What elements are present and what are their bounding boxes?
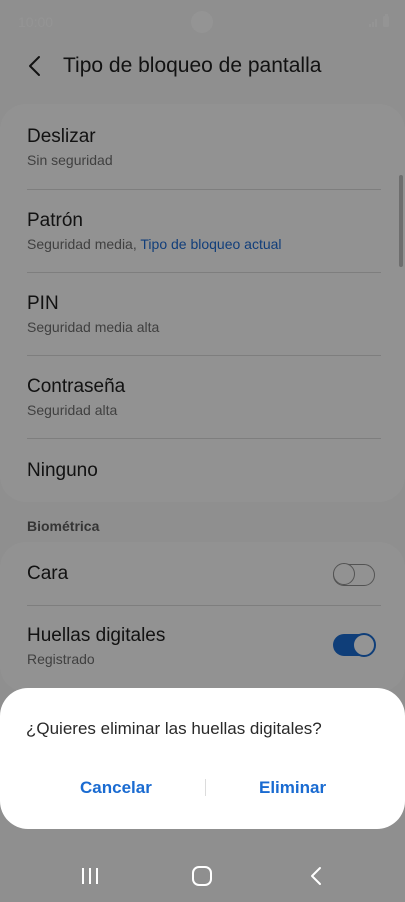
recent-apps-icon[interactable] bbox=[78, 864, 102, 888]
back-icon[interactable] bbox=[305, 864, 329, 888]
home-icon[interactable] bbox=[190, 864, 214, 888]
dialog-message: ¿Quieres eliminar las huellas digitales? bbox=[26, 719, 322, 738]
button-separator bbox=[205, 779, 206, 796]
delete-button[interactable]: Eliminar bbox=[259, 778, 326, 798]
navigation-bar bbox=[0, 848, 405, 902]
delete-fingerprints-dialog: ¿Quieres eliminar las huellas digitales?… bbox=[0, 688, 405, 829]
cancel-button[interactable]: Cancelar bbox=[80, 778, 152, 798]
